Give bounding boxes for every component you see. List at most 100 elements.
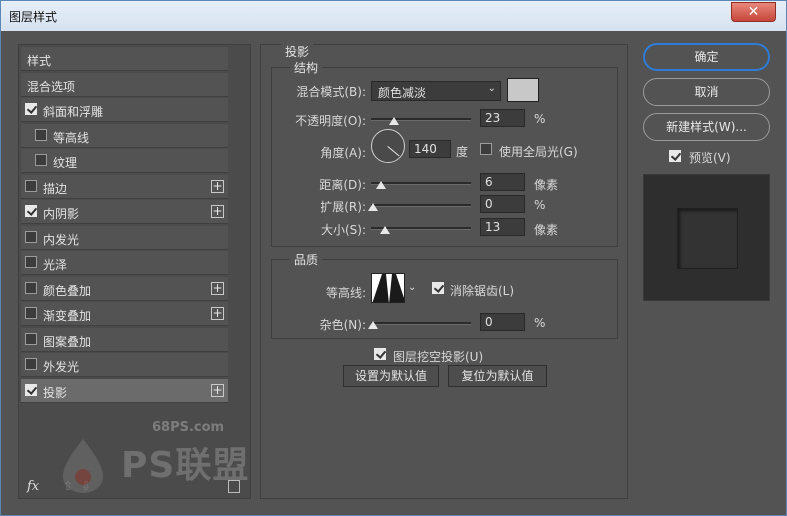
preview-swatch bbox=[677, 208, 738, 269]
add-effect-icon[interactable]: + bbox=[211, 383, 224, 397]
ok-button[interactable]: 确定 bbox=[643, 43, 770, 71]
opacity-label: 不透明度(O): bbox=[295, 114, 366, 128]
style-item-checkbox[interactable] bbox=[25, 103, 37, 115]
size-slider-thumb[interactable] bbox=[380, 226, 390, 234]
style-item-checkbox[interactable] bbox=[25, 383, 37, 396]
contour-chevron-icon[interactable]: ⌄ bbox=[408, 282, 416, 293]
angle-needle bbox=[387, 146, 400, 157]
structure-group: 结构 混合模式(B): 颜色减淡 ⌄ 不透明度(O): 23 % 角度(A): … bbox=[271, 59, 618, 247]
preview-checkbox[interactable] bbox=[669, 150, 681, 162]
spread-unit: % bbox=[534, 198, 546, 212]
spread-input[interactable]: 0 bbox=[480, 195, 525, 213]
distance-unit: 像素 bbox=[534, 178, 559, 192]
style-item-checkbox[interactable] bbox=[25, 230, 37, 243]
opacity-input[interactable]: 23 bbox=[480, 109, 525, 127]
contour-preview[interactable] bbox=[371, 273, 405, 303]
size-input[interactable]: 13 bbox=[480, 218, 525, 236]
opacity-slider-track[interactable] bbox=[371, 118, 471, 121]
add-effect-icon[interactable]: + bbox=[211, 179, 224, 193]
style-item[interactable]: 内发光 bbox=[21, 225, 228, 250]
anti-alias-label: 消除锯齿(L) bbox=[450, 284, 515, 298]
style-item[interactable]: 内阴影 + bbox=[21, 200, 228, 224]
size-label: 大小(S): bbox=[320, 223, 366, 237]
angle-dial[interactable] bbox=[371, 129, 405, 163]
reset-default-button[interactable]: 复位为默认值 bbox=[448, 365, 547, 387]
style-item[interactable]: 描边 + bbox=[21, 174, 228, 199]
style-item[interactable]: 颜色叠加 + bbox=[21, 276, 228, 301]
watermark-site: 68PS.com bbox=[152, 420, 225, 435]
list-scrollbar[interactable] bbox=[231, 47, 248, 467]
panel-heading: 投影 bbox=[281, 43, 314, 60]
add-effect-icon[interactable]: + bbox=[211, 281, 224, 295]
new-style-button[interactable]: 新建样式(W)... bbox=[643, 113, 770, 141]
style-item-checkbox[interactable] bbox=[25, 256, 37, 268]
title-bar[interactable]: 图层样式 ✕ bbox=[1, 1, 786, 31]
style-item-label: 内阴影 bbox=[43, 207, 80, 221]
style-item-checkbox[interactable] bbox=[35, 154, 47, 166]
style-item-label: 混合选项 bbox=[27, 79, 76, 94]
layer-style-dialog: 图层样式 ✕ 样式混合选项斜面和浮雕等高线纹理描边 + 内阴影 + 内发光光泽颜色叠加 +… bbox=[0, 0, 787, 516]
global-light-checkbox[interactable] bbox=[480, 143, 492, 155]
dialog-body: 样式混合选项斜面和浮雕等高线纹理描边 + 内阴影 + 内发光光泽颜色叠加 + 渐变叠加 + 图案… bbox=[9, 32, 778, 509]
make-default-button[interactable]: 设置为默认值 bbox=[343, 365, 439, 387]
global-light-label: 使用全局光(G) bbox=[499, 145, 578, 159]
add-effect-icon[interactable]: + bbox=[211, 307, 224, 320]
close-icon: ✕ bbox=[747, 4, 760, 20]
style-item[interactable]: 图案叠加 bbox=[21, 327, 228, 352]
add-effect-icon[interactable]: + bbox=[211, 205, 224, 218]
style-item[interactable]: 样式 bbox=[21, 47, 228, 71]
style-item-label: 纹理 bbox=[53, 156, 78, 170]
noise-slider-track[interactable] bbox=[371, 322, 471, 325]
style-item-checkbox[interactable] bbox=[25, 358, 37, 370]
distance-input[interactable]: 6 bbox=[480, 173, 525, 191]
distance-label: 距离(D): bbox=[319, 178, 366, 192]
style-item[interactable]: 斜面和浮雕 bbox=[21, 98, 228, 122]
style-preview bbox=[643, 174, 770, 301]
style-item-label: 颜色叠加 bbox=[43, 283, 92, 298]
style-item-checkbox[interactable] bbox=[25, 307, 37, 319]
style-item[interactable]: 渐变叠加 + bbox=[21, 302, 228, 326]
style-item-checkbox[interactable] bbox=[25, 332, 37, 345]
style-item[interactable]: 外发光 bbox=[21, 353, 228, 377]
style-item[interactable]: 纹理 bbox=[21, 149, 228, 173]
fx-menu-button[interactable]: fx bbox=[27, 479, 39, 494]
style-item[interactable]: 光泽 bbox=[21, 251, 228, 275]
blend-mode-select[interactable]: 颜色减淡 ⌄ bbox=[371, 81, 501, 101]
spread-slider-thumb[interactable] bbox=[368, 203, 378, 211]
noise-slider-thumb[interactable] bbox=[368, 321, 378, 329]
style-item[interactable]: 混合选项 bbox=[21, 72, 228, 97]
style-item-label: 渐变叠加 bbox=[43, 309, 92, 323]
close-button[interactable]: ✕ bbox=[731, 2, 776, 22]
anti-alias-checkbox[interactable] bbox=[432, 282, 444, 294]
cancel-button[interactable]: 取消 bbox=[643, 78, 770, 106]
style-item-label: 等高线 bbox=[53, 130, 90, 145]
style-item[interactable]: 等高线 bbox=[21, 123, 228, 148]
distance-slider-thumb[interactable] bbox=[376, 181, 386, 189]
style-item-label: 图案叠加 bbox=[43, 334, 92, 349]
noise-input[interactable]: 0 bbox=[480, 313, 525, 331]
style-item-checkbox[interactable] bbox=[25, 179, 37, 192]
style-item-label: 描边 bbox=[43, 181, 68, 196]
opacity-slider-thumb[interactable] bbox=[389, 117, 399, 125]
style-item-label: 内发光 bbox=[43, 232, 80, 247]
chevron-down-icon: ⌄ bbox=[487, 83, 496, 94]
distance-slider-track[interactable] bbox=[371, 182, 471, 185]
contour-label: 等高线: bbox=[325, 286, 366, 300]
watermark-logo-icon bbox=[63, 439, 103, 493]
quality-title: 品质 bbox=[290, 251, 323, 268]
angle-label: 角度(A): bbox=[320, 146, 366, 160]
style-item-checkbox[interactable] bbox=[35, 128, 47, 141]
knockout-checkbox[interactable] bbox=[374, 348, 386, 360]
spread-label: 扩展(R): bbox=[320, 200, 366, 214]
shadow-color-swatch[interactable] bbox=[507, 78, 539, 102]
preview-label: 预览(V) bbox=[689, 151, 731, 165]
noise-label: 杂色(N): bbox=[319, 318, 366, 332]
spread-slider-track[interactable] bbox=[371, 204, 471, 207]
style-item-checkbox[interactable] bbox=[25, 281, 37, 294]
style-item-checkbox[interactable] bbox=[25, 205, 37, 217]
blend-mode-label: 混合模式(B): bbox=[296, 85, 366, 99]
angle-input[interactable]: 140 bbox=[409, 140, 451, 158]
angle-unit: 度 bbox=[456, 145, 469, 159]
style-item[interactable]: 投影 + bbox=[21, 378, 228, 403]
style-item-label: 光泽 bbox=[43, 258, 68, 272]
